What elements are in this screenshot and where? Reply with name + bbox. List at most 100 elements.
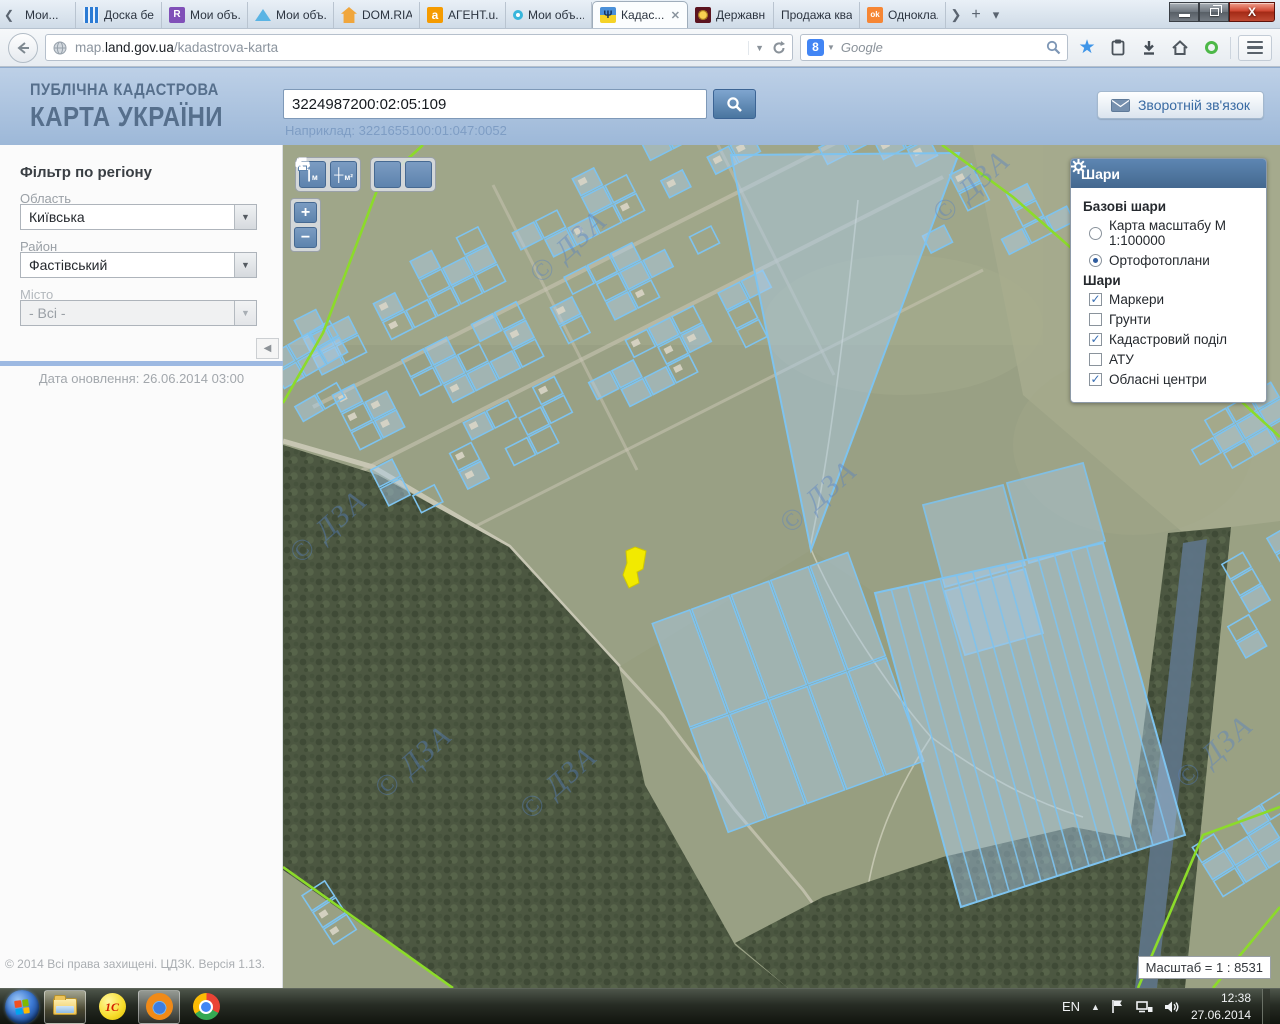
google-favicon-icon: 8 xyxy=(807,39,824,56)
agent-favicon-icon: a xyxy=(427,7,443,23)
tab-2[interactable]: Доска бе... xyxy=(76,2,162,28)
zoom-controls: + − xyxy=(290,198,321,252)
layer-option[interactable]: Грунти xyxy=(1089,312,1254,327)
svg-text:?: ? xyxy=(305,162,311,172)
raion-select[interactable]: Фастівський ▼ xyxy=(20,252,257,278)
print-button[interactable] xyxy=(374,161,401,188)
tray-expand-icon[interactable]: ▲ xyxy=(1091,1002,1100,1012)
board-favicon-icon xyxy=(83,7,99,23)
sidebar-collapse-button[interactable]: ◀ xyxy=(256,338,279,359)
action-center-flag-icon[interactable] xyxy=(1111,999,1125,1014)
emblem-favicon-icon xyxy=(695,7,711,23)
reload-icon[interactable] xyxy=(772,41,786,55)
network-icon[interactable] xyxy=(1136,1000,1153,1014)
zoom-out-button[interactable]: − xyxy=(294,227,317,248)
gear-icon xyxy=(1071,159,1086,174)
bookmarks-menu-icon[interactable] xyxy=(1106,35,1130,61)
home-icon[interactable] xyxy=(1168,35,1192,61)
tab-scroll-left-icon[interactable]: ❮ xyxy=(0,2,18,28)
clock-date: 27.06.2014 xyxy=(1191,1007,1251,1023)
envelope-icon xyxy=(1111,99,1130,112)
language-indicator[interactable]: EN xyxy=(1062,999,1080,1014)
layer-option[interactable]: АТУ xyxy=(1089,352,1254,367)
checkbox-icon[interactable] xyxy=(1089,353,1102,366)
menu-button[interactable] xyxy=(1238,35,1272,61)
radio-icon[interactable] xyxy=(1089,227,1102,240)
base-layer-option[interactable]: Ортофотоплани xyxy=(1089,253,1254,268)
layer-option[interactable]: Кадастровий поділ xyxy=(1089,332,1254,347)
folder-icon xyxy=(53,998,77,1015)
measure-area-button[interactable]: ┼м² xyxy=(330,161,357,188)
feedback-button[interactable]: Зворотній зв'язок xyxy=(1097,91,1264,119)
tab-9[interactable]: Державн... xyxy=(688,2,774,28)
checkbox-icon[interactable] xyxy=(1089,333,1102,346)
new-tab-button[interactable]: + xyxy=(966,2,986,28)
volume-icon[interactable] xyxy=(1164,1000,1180,1014)
windows-taskbar: 1С EN ▲ 12:38 27.06.2014 xyxy=(0,988,1280,1024)
oblast-select[interactable]: Київська ▼ xyxy=(20,204,257,230)
house-favicon-icon xyxy=(341,7,357,23)
tab-4[interactable]: Мои объ... xyxy=(248,2,334,28)
url-bar[interactable]: map.land.gov.ua/kadastrova-karta ▼ xyxy=(45,34,793,61)
cadastral-map[interactable]: © ДЗА © ДЗА © ДЗА © ДЗА © ДЗА © ДЗА © ДЗ… xyxy=(283,145,1280,988)
tab-1[interactable]: Мои... xyxy=(18,2,76,28)
checkbox-icon[interactable] xyxy=(1089,373,1102,386)
search-placeholder: Google xyxy=(841,40,1046,55)
taskbar-explorer-button[interactable] xyxy=(44,990,86,1024)
close-button[interactable] xyxy=(1229,2,1275,22)
windows-logo-icon xyxy=(14,999,30,1015)
bookmark-star-icon[interactable]: ★ xyxy=(1075,35,1099,61)
identify-button[interactable]: ? xyxy=(405,161,432,188)
trident-favicon-icon: Ψ xyxy=(600,7,616,23)
show-desktop-button[interactable] xyxy=(1262,989,1270,1024)
checkbox-icon[interactable] xyxy=(1089,293,1102,306)
taskbar-1c-button[interactable]: 1С xyxy=(91,990,133,1024)
desktop: ❮ Мои... Доска бе... RМои объ... Мои объ… xyxy=(0,0,1280,1024)
window-controls xyxy=(1169,2,1275,22)
downloads-icon[interactable] xyxy=(1137,35,1161,61)
tab-cadastral-active[interactable]: Ψ Кадас... ✕ xyxy=(592,1,688,28)
taskbar-firefox-button[interactable] xyxy=(138,990,180,1024)
copyright-text: © 2014 Всі права захищені. ЦДЗК. Версія … xyxy=(0,957,270,971)
tab-close-icon[interactable]: ✕ xyxy=(671,9,680,22)
ring-favicon-icon xyxy=(513,10,523,20)
start-button[interactable] xyxy=(5,990,39,1024)
layer-option[interactable]: Маркери xyxy=(1089,292,1254,307)
url-dropdown-icon[interactable]: ▼ xyxy=(755,43,764,53)
firefox-icon xyxy=(146,993,173,1020)
search-bar[interactable]: 8 ▼ Google xyxy=(800,34,1068,61)
map-toolbar: |м ┼м² ? xyxy=(295,157,436,192)
radio-icon[interactable] xyxy=(1089,254,1102,267)
tab-3[interactable]: RМои объ... xyxy=(162,2,248,28)
region-filter-sidebar: Фільтр по регіону Область Київська ▼ Рай… xyxy=(0,145,283,988)
minimize-button[interactable] xyxy=(1169,2,1199,22)
tab-11[interactable]: okОднокла... xyxy=(860,2,946,28)
feedback-label: Зворотній зв'язок xyxy=(1138,97,1250,113)
toolbar-separator xyxy=(1230,37,1231,59)
base-layer-option[interactable]: Карта масштабу М 1:100000 xyxy=(1089,218,1254,248)
tab-overflow-icon[interactable]: ❯ xyxy=(946,2,966,28)
1c-icon: 1С xyxy=(99,993,126,1020)
scale-indicator: Масштаб = 1 : 8531 xyxy=(1138,956,1271,979)
cadastral-search-button[interactable] xyxy=(713,89,756,119)
tab-10[interactable]: Продажа ква... xyxy=(774,2,860,28)
url-text: map.land.gov.ua/kadastrova-karta xyxy=(75,40,748,55)
layer-option[interactable]: Обласні центри xyxy=(1089,372,1254,387)
taskbar-chrome-button[interactable] xyxy=(185,990,227,1024)
filter-title: Фільтр по регіону xyxy=(20,164,152,181)
tab-5[interactable]: DOM.RIA... xyxy=(334,2,420,28)
restore-button[interactable] xyxy=(1199,2,1229,22)
site-header: ПУБЛІЧНА КАДАСТРОВА КАРТА УКРАЇНИ Наприк… xyxy=(0,67,1280,145)
layers-panel-header[interactable]: Шари xyxy=(1071,159,1266,188)
cadastral-number-input[interactable] xyxy=(283,89,707,119)
addon-icon[interactable] xyxy=(1199,35,1223,61)
tab-7[interactable]: Мои объ... xyxy=(506,2,592,28)
search-magnifier-icon[interactable] xyxy=(1046,40,1061,55)
tab-6[interactable]: aАГЕНТ.u... xyxy=(420,2,506,28)
zoom-in-button[interactable]: + xyxy=(294,202,317,223)
back-button[interactable] xyxy=(8,33,38,63)
taskbar-clock[interactable]: 12:38 27.06.2014 xyxy=(1191,990,1251,1022)
checkbox-icon[interactable] xyxy=(1089,313,1102,326)
list-tabs-icon[interactable]: ▾ xyxy=(986,2,1006,28)
search-engine-dropdown-icon[interactable]: ▼ xyxy=(827,43,835,52)
